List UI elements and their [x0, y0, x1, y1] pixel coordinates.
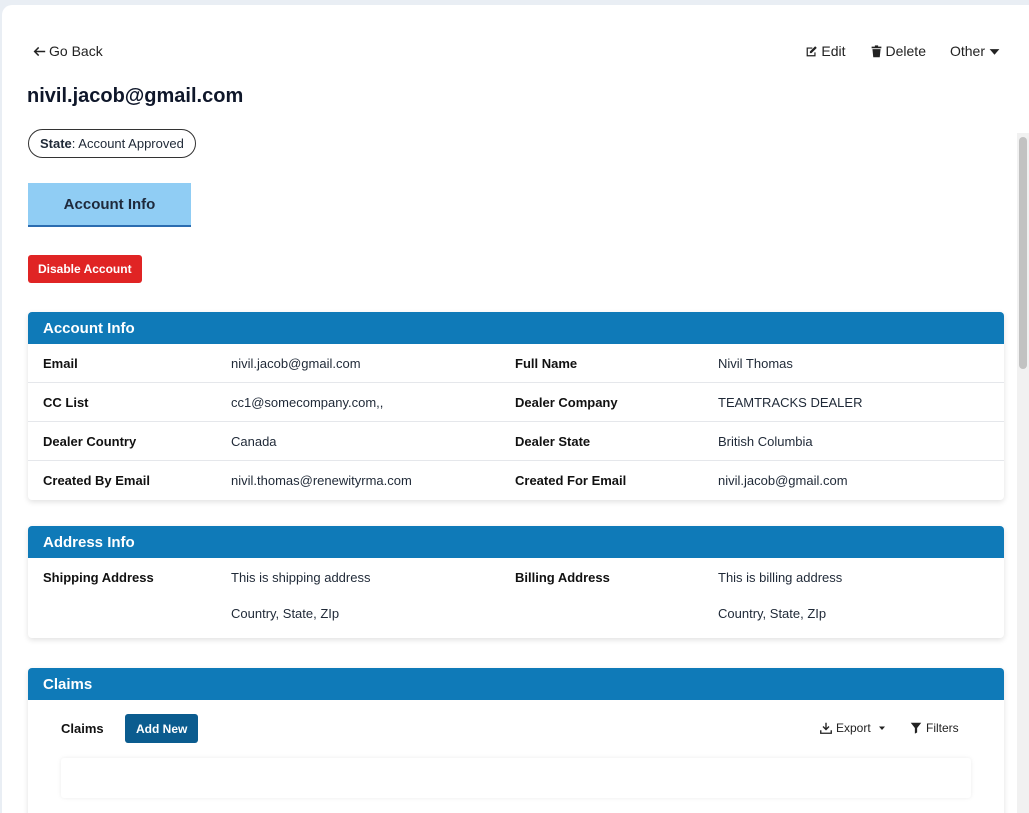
table-row: Email nivil.jacob@gmail.com Full Name Ni…	[28, 344, 1004, 383]
delete-button[interactable]: Delete	[870, 43, 926, 59]
state-value: : Account Approved	[71, 136, 184, 151]
info-value: cc1@somecompany.com,,	[231, 394, 384, 410]
info-label: Created By Email	[43, 473, 150, 488]
info-value: nivil.jacob@gmail.com	[231, 355, 361, 371]
info-label: Created For Email	[515, 473, 627, 488]
caret-down-icon	[878, 726, 885, 730]
info-label: Dealer Country	[43, 433, 137, 449]
info-value: Canada	[231, 433, 277, 449]
export-dropdown[interactable]: Export	[820, 721, 886, 735]
info-label: Full Name	[515, 355, 578, 371]
claims-card: Claims Claims Add New Export Filters	[28, 668, 1004, 813]
scrollbar-thumb[interactable]	[1019, 137, 1027, 369]
table-row: CC List cc1@somecompany.com,, Dealer Com…	[28, 383, 1004, 422]
address-info-header: Address Info	[28, 526, 1004, 558]
info-label: Email	[43, 355, 78, 371]
claims-label: Claims	[61, 721, 104, 736]
info-value: nivil.jacob@gmail.com	[718, 473, 848, 488]
trash-icon	[871, 44, 881, 57]
shipping-address-value: This is shipping address Country, State,…	[231, 570, 515, 638]
claims-table	[61, 758, 971, 798]
account-info-header: Account Info	[28, 312, 1004, 344]
info-value: nivil.thomas@renewityrma.com	[231, 473, 412, 488]
add-new-button[interactable]: Add New	[125, 714, 199, 743]
disable-account-button[interactable]: Disable Account	[28, 255, 142, 283]
billing-address-label: Billing Address	[515, 570, 610, 585]
filters-button[interactable]: Filters	[910, 721, 959, 735]
info-label: Dealer Company	[515, 394, 618, 410]
delete-label: Delete	[885, 43, 926, 59]
state-badge: State : Account Approved	[28, 129, 196, 158]
address-body: Shipping Address This is shipping addres…	[28, 558, 1004, 638]
billing-line-1: This is billing address	[718, 570, 843, 585]
shipping-line-1: This is shipping address	[231, 570, 371, 585]
tab-account-info[interactable]: Account Info	[28, 183, 191, 227]
arrow-left-icon	[33, 46, 46, 56]
go-back-label: Go Back	[49, 43, 103, 59]
info-label: Dealer State	[515, 433, 591, 449]
go-back-link[interactable]: Go Back	[33, 43, 103, 59]
billing-address-value: This is billing address Country, State, …	[718, 570, 1004, 638]
info-value: Nivil Thomas	[718, 355, 793, 371]
page-title: nivil.jacob@gmail.com	[27, 85, 244, 107]
address-info-card: Address Info Shipping Address This is sh…	[28, 526, 1004, 638]
info-value: British Columbia	[718, 433, 813, 449]
claims-toolbar: Claims Add New Export Filters	[28, 700, 1004, 798]
download-icon	[820, 722, 832, 734]
billing-line-2: Country, State, ZIp	[718, 606, 827, 621]
shipping-address-label: Shipping Address	[43, 570, 154, 585]
info-label: CC List	[43, 394, 89, 410]
filters-label: Filters	[926, 721, 959, 735]
table-row: Dealer Country Canada Dealer State Briti…	[28, 422, 1004, 461]
table-row: Created By Email nivil.thomas@renewityrm…	[28, 461, 1004, 500]
claims-header: Claims	[28, 668, 1004, 700]
edit-button[interactable]: Edit	[805, 43, 846, 59]
edit-label: Edit	[821, 43, 846, 59]
app-window: Go Back Edit Delete Other nivil.jacob@gm…	[2, 5, 1029, 813]
top-bar: Go Back Edit Delete Other	[2, 5, 1029, 65]
shipping-line-2: Country, State, ZIp	[231, 606, 340, 621]
other-label: Other	[949, 43, 985, 59]
state-label: State	[40, 136, 72, 151]
info-value: TEAMTRACKS DEALER	[718, 394, 863, 410]
edit-icon	[807, 45, 818, 56]
export-label: Export	[836, 721, 871, 735]
account-info-card: Account Info Email nivil.jacob@gmail.com…	[28, 312, 1004, 500]
caret-down-icon	[989, 48, 1000, 55]
filter-icon	[910, 722, 922, 734]
other-dropdown[interactable]: Other	[950, 43, 1001, 59]
header-actions: Edit Delete Other	[805, 43, 1001, 59]
